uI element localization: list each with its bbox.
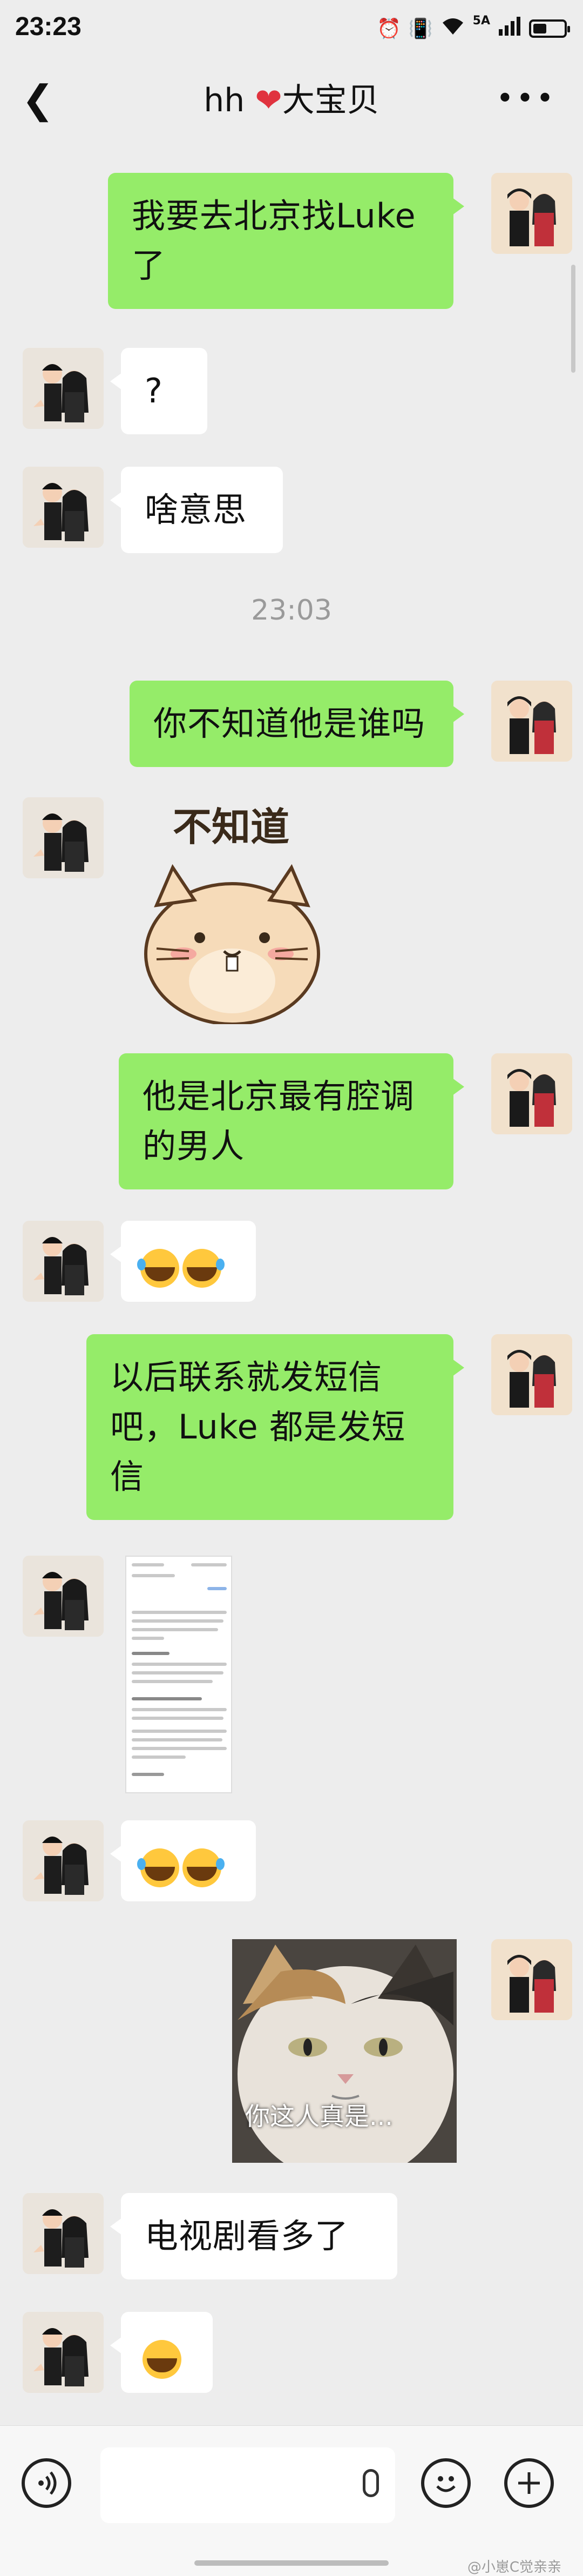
mic-icon[interactable] bbox=[363, 2469, 379, 2497]
chat-area[interactable]: 我要去北京找Luke了 ? 啥意思 23:03 你不知道他是谁吗 不知道 他是北… bbox=[0, 140, 583, 2425]
image-message-screenshot[interactable] bbox=[125, 1556, 232, 1793]
avatar-me[interactable] bbox=[491, 173, 572, 254]
message-input[interactable] bbox=[100, 2447, 395, 2523]
network-type-label: 5A bbox=[472, 14, 490, 28]
avatar-contact[interactable] bbox=[23, 1556, 104, 1637]
avatar-contact[interactable] bbox=[23, 1820, 104, 1901]
voice-icon[interactable] bbox=[22, 2458, 71, 2508]
battery-icon bbox=[529, 19, 570, 38]
message-bubble-mine[interactable]: 他是北京最有腔调的男人 bbox=[119, 1053, 464, 1189]
watermark: @小崽C觉亲亲 bbox=[467, 2559, 561, 2575]
laugh-cry-icon bbox=[137, 1848, 179, 1887]
home-indicator[interactable] bbox=[194, 2560, 389, 2566]
avatar-me[interactable] bbox=[491, 1053, 572, 1134]
laugh-cry-icon bbox=[182, 1848, 225, 1887]
input-bar bbox=[0, 2425, 583, 2576]
laugh-cry-icon bbox=[182, 1248, 225, 1288]
message-bubble-theirs[interactable] bbox=[110, 1820, 256, 1901]
chat-header: ❮ hh ❤大宝贝 ••• bbox=[0, 59, 583, 140]
status-bar: 23:23 ⏰ 📳 5A bbox=[0, 0, 583, 59]
message-bubble-mine[interactable]: 你不知道他是谁吗 bbox=[130, 681, 464, 767]
avatar-me[interactable] bbox=[491, 681, 572, 762]
status-time: 23:23 bbox=[15, 12, 82, 41]
avatar-contact[interactable] bbox=[23, 2193, 104, 2274]
sticker-hamster[interactable]: 不知道 bbox=[124, 797, 340, 1024]
image-caption: 你这人真是... bbox=[245, 2102, 393, 2131]
message-bubble-mine[interactable]: 我要去北京找Luke了 bbox=[108, 173, 464, 309]
emoji-icon[interactable] bbox=[421, 2458, 471, 2508]
message-bubble-theirs[interactable] bbox=[110, 2312, 213, 2393]
more-icon[interactable]: ••• bbox=[496, 81, 556, 116]
avatar-me[interactable] bbox=[491, 1939, 572, 2020]
message-bubble-theirs[interactable] bbox=[110, 1221, 256, 1302]
vibrate-icon: 📳 bbox=[408, 17, 433, 40]
sticker-caption: 不知道 bbox=[173, 804, 290, 850]
alarm-icon: ⏰ bbox=[377, 17, 401, 40]
avatar-contact[interactable] bbox=[23, 2312, 104, 2393]
avatar-contact[interactable] bbox=[23, 1221, 104, 1302]
signal-icon bbox=[498, 16, 521, 41]
avatar-contact[interactable] bbox=[23, 797, 104, 878]
message-bubble-theirs[interactable]: ? bbox=[110, 348, 207, 434]
laugh-cry-icon bbox=[137, 1248, 179, 1288]
avatar-me[interactable] bbox=[491, 1334, 572, 1415]
avatar-contact[interactable] bbox=[23, 348, 104, 429]
avatar-contact[interactable] bbox=[23, 467, 104, 548]
message-timestamp: 23:03 bbox=[251, 594, 332, 627]
message-bubble-theirs[interactable]: 电视剧看多了 bbox=[110, 2193, 397, 2279]
heart-icon: ❤ bbox=[255, 82, 282, 119]
chat-title-name: 大宝贝 bbox=[282, 82, 379, 119]
plus-icon[interactable] bbox=[504, 2458, 554, 2508]
message-bubble-theirs[interactable]: 啥意思 bbox=[110, 467, 283, 553]
message-bubble-mine[interactable]: 以后联系就发短信吧，Luke 都是发短信 bbox=[86, 1334, 464, 1520]
grin-icon bbox=[143, 2339, 181, 2379]
image-message-cat[interactable]: 你这人真是... bbox=[232, 1939, 457, 2163]
status-icons: ⏰ 📳 5A bbox=[377, 14, 570, 41]
chat-title-prefix: hh bbox=[204, 82, 255, 119]
wifi-icon bbox=[440, 16, 465, 41]
hamster-icon bbox=[144, 864, 320, 1024]
